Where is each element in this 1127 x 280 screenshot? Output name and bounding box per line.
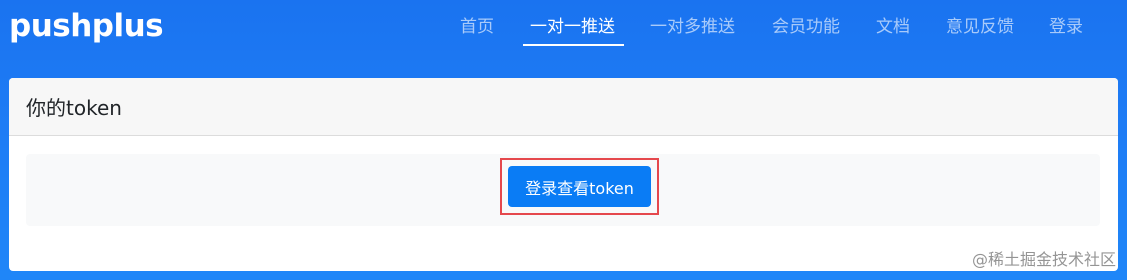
nav-item-one-to-many-push[interactable]: 一对多推送: [650, 16, 735, 38]
token-card: 你的token 登录查看token: [9, 78, 1118, 271]
token-box: 登录查看token: [26, 154, 1100, 226]
top-navbar: pushplus 首页 一对一推送 一对多推送 会员功能 文档 意见反馈 登录: [0, 0, 1127, 60]
nav-item-home[interactable]: 首页: [460, 16, 494, 38]
watermark: @稀土掘金技术社区: [971, 250, 1116, 269]
nav-item-membership[interactable]: 会员功能: [772, 16, 840, 38]
login-view-token-button[interactable]: 登录查看token: [508, 166, 651, 207]
card-body: 登录查看token: [9, 136, 1118, 271]
active-nav-indicator: [523, 44, 624, 46]
card-header: 你的token: [9, 78, 1118, 136]
nav-item-login[interactable]: 登录: [1049, 16, 1083, 38]
brand-logo[interactable]: pushplus: [9, 8, 164, 44]
nav-item-one-to-one-push[interactable]: 一对一推送: [530, 16, 615, 38]
nav-item-feedback[interactable]: 意见反馈: [946, 16, 1014, 38]
nav-item-docs[interactable]: 文档: [876, 16, 910, 38]
card-title: 你的token: [26, 96, 122, 120]
